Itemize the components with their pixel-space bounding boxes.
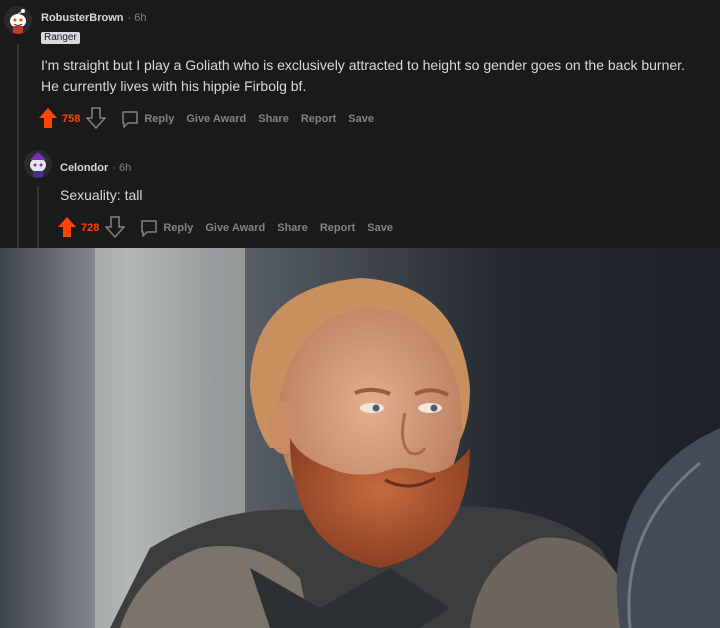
reply-label: Reply [163, 222, 194, 234]
reply-button[interactable]: Reply [139, 218, 193, 238]
comment-meta: Celondor · 6h [60, 162, 131, 174]
reply-button[interactable]: Reply [120, 109, 174, 129]
thread-line[interactable] [17, 44, 19, 248]
upvote-icon[interactable] [38, 107, 58, 132]
timestamp[interactable]: · 6h [112, 162, 131, 174]
upvote-icon[interactable] [57, 216, 77, 241]
share-button[interactable]: Share [258, 113, 289, 125]
user-flair: Ranger [41, 32, 80, 44]
report-button[interactable]: Report [320, 222, 355, 234]
share-button[interactable]: Share [277, 222, 308, 234]
downvote-icon[interactable] [104, 215, 127, 241]
snoo-avatar-icon [4, 6, 32, 34]
comment-actions: 728 Reply Give Award Share Report Save [57, 215, 405, 241]
reply-label: Reply [144, 113, 175, 125]
timestamp[interactable]: · 6h [128, 12, 147, 24]
username[interactable]: Celondor [60, 162, 108, 174]
report-button[interactable]: Report [301, 113, 336, 125]
snoo-avatar-icon [24, 150, 52, 178]
vote-count: 728 [81, 222, 100, 234]
comment-thread: RobusterBrown · 6h Ranger I'm straight b… [0, 0, 720, 248]
comment-actions: 758 Reply Give Award Share Report Save [38, 106, 386, 132]
comment-bubble-icon [122, 111, 139, 128]
comment-body: Sexuality: tall [60, 187, 143, 203]
comment-meta: RobusterBrown · 6h [41, 12, 146, 24]
give-award-button[interactable]: Give Award [186, 113, 246, 125]
give-award-button[interactable]: Give Award [205, 222, 265, 234]
save-button[interactable]: Save [367, 222, 393, 234]
bearded-man-illustration [0, 248, 720, 628]
avatar[interactable] [24, 150, 52, 178]
vote-count: 758 [62, 113, 81, 125]
downvote-icon[interactable] [85, 106, 108, 132]
comment-body: I'm straight but I play a Goliath who is… [41, 57, 685, 94]
thread-line-nested[interactable] [37, 186, 39, 248]
avatar[interactable] [4, 6, 32, 34]
username[interactable]: RobusterBrown [41, 12, 124, 24]
reaction-image [0, 248, 720, 628]
comment-bubble-icon [141, 220, 158, 237]
save-button[interactable]: Save [348, 113, 374, 125]
